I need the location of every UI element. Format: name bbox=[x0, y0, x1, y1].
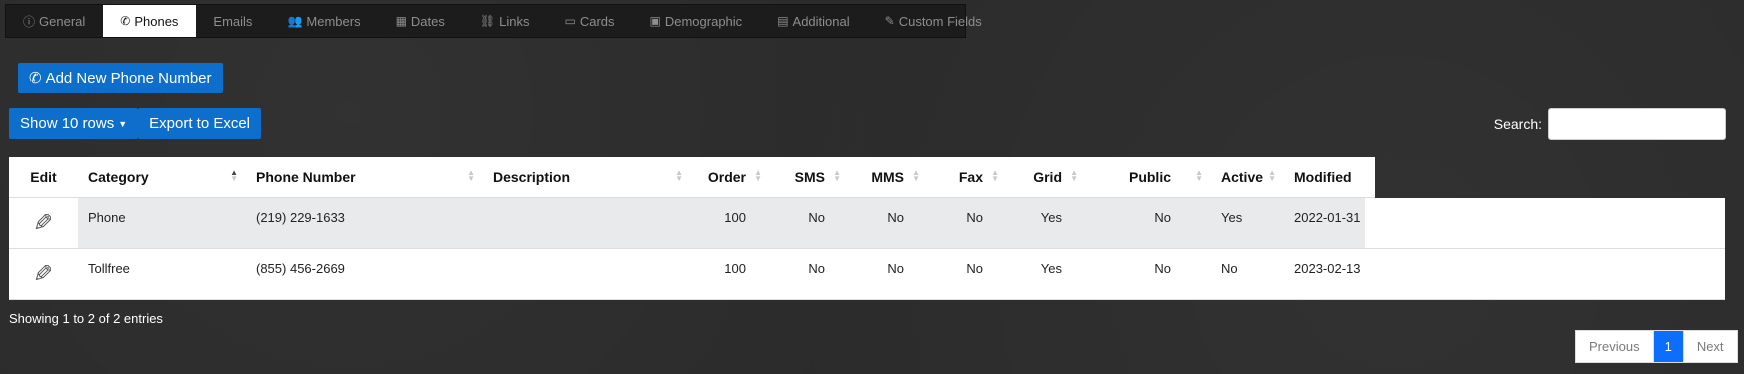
tab-bar: ⓘ General ✆ Phones Emails 👥 Members ▦ Dates … bbox=[5, 4, 982, 38]
edit-icon: ✎ bbox=[884, 14, 895, 28]
cell-category: Tollfree bbox=[88, 261, 130, 276]
tab-cards[interactable]: ▭ Cards bbox=[547, 5, 632, 37]
edit-row-button[interactable]: ✎ bbox=[9, 249, 78, 299]
cell-category: Phone bbox=[88, 210, 126, 225]
cell-mms: No bbox=[887, 210, 904, 225]
table-row: ✎ Tollfree (855) 456-2669 100 No No No Y… bbox=[9, 249, 1725, 300]
cell-order: 100 bbox=[724, 261, 746, 276]
tab-demographic[interactable]: ▣ Demographic bbox=[633, 5, 761, 37]
sort-icon: ▲ ▼ bbox=[1268, 168, 1276, 183]
tab-members[interactable]: 👥 Members bbox=[270, 5, 378, 37]
search-label: Search: bbox=[1493, 116, 1542, 132]
column-header-modified[interactable]: Modified bbox=[1284, 157, 1365, 197]
tab-general[interactable]: ⓘ General bbox=[6, 5, 103, 37]
next-page-button[interactable]: Next bbox=[1684, 331, 1737, 362]
cell-phone-number: (855) 456-2669 bbox=[256, 261, 345, 276]
sort-icon: ▲ ▼ bbox=[833, 168, 841, 183]
column-header-category[interactable]: Category ▲ ▼ bbox=[78, 157, 246, 197]
link-icon: ⛓ bbox=[479, 14, 496, 28]
column-header-sms[interactable]: SMS ▲ ▼ bbox=[770, 157, 849, 197]
cell-description bbox=[483, 249, 691, 299]
cell-mms: No bbox=[887, 261, 904, 276]
tab-emails[interactable]: Emails bbox=[196, 5, 270, 37]
id-card-icon: ▣ bbox=[649, 14, 661, 28]
pagination: Previous 1 Next bbox=[1575, 330, 1738, 363]
table-toolbar: Show 10 rows ▼ Export to Excel bbox=[9, 108, 262, 139]
column-header-description[interactable]: Description ▲ ▼ bbox=[483, 157, 691, 197]
tab-custom-fields[interactable]: ✎ Custom Fields bbox=[868, 5, 1000, 37]
sort-icon: ▲ ▼ bbox=[754, 168, 762, 183]
cell-modified: 2022-01-31 bbox=[1294, 210, 1361, 225]
cell-fax: No bbox=[966, 210, 983, 225]
cell-grid: Yes bbox=[1040, 261, 1062, 276]
cell-description bbox=[483, 198, 691, 248]
info-icon: ⓘ bbox=[23, 14, 36, 29]
search-input[interactable] bbox=[1548, 108, 1726, 140]
column-header-active[interactable]: Active ▲ ▼ bbox=[1211, 157, 1284, 197]
sort-icon: ▲ ▼ bbox=[1195, 168, 1203, 183]
pencil-icon: ✎ bbox=[33, 209, 54, 237]
note-icon: ▤ bbox=[777, 14, 789, 28]
cell-modified: 2023-02-13 bbox=[1294, 261, 1361, 276]
row-band: Phone (219) 229-1633 100 No No No Yes No… bbox=[78, 198, 1365, 248]
sort-icon: ▲ ▼ bbox=[912, 168, 920, 183]
sort-icon: ▲ ▼ bbox=[467, 168, 475, 183]
previous-page-button[interactable]: Previous bbox=[1576, 331, 1654, 362]
add-phone-button[interactable]: ✆ Add New Phone Number bbox=[18, 63, 223, 93]
column-header-grid[interactable]: Grid ▲ ▼ bbox=[1007, 157, 1086, 197]
sort-icon: ▲ ▼ bbox=[1070, 168, 1078, 183]
phone-icon: ✆ bbox=[120, 14, 131, 28]
cell-fax: No bbox=[966, 261, 983, 276]
sort-icon: ▲ ▼ bbox=[991, 168, 999, 183]
export-excel-button[interactable]: Export to Excel bbox=[138, 108, 262, 139]
column-header-public[interactable]: Public ▲ ▼ bbox=[1086, 157, 1211, 197]
search-box: Search: bbox=[1494, 108, 1726, 140]
cell-sms: No bbox=[808, 261, 825, 276]
cell-active: No bbox=[1221, 261, 1238, 276]
tab-dates[interactable]: ▦ Dates bbox=[379, 5, 463, 37]
caret-down-icon: ▼ bbox=[118, 118, 128, 129]
calendar-icon: ▦ bbox=[395, 14, 407, 28]
row-band: Tollfree (855) 456-2669 100 No No No Yes… bbox=[78, 249, 1365, 299]
cell-public: No bbox=[1154, 261, 1171, 276]
edit-row-button[interactable]: ✎ bbox=[9, 198, 78, 248]
table-header: Edit Category ▲ ▼ Phone Number ▲ ▼ Descripti… bbox=[9, 157, 1375, 198]
phone-icon: ✆ bbox=[29, 70, 42, 87]
table-info: Showing 1 to 2 of 2 entries bbox=[9, 311, 163, 326]
show-rows-dropdown[interactable]: Show 10 rows ▼ bbox=[9, 108, 139, 139]
tab-links[interactable]: ⛓ Links bbox=[463, 5, 548, 37]
cell-order: 100 bbox=[724, 210, 746, 225]
card-icon: ▭ bbox=[564, 14, 576, 28]
column-header-order[interactable]: Order ▲ ▼ bbox=[691, 157, 770, 197]
cell-phone-number: (219) 229-1633 bbox=[256, 210, 345, 225]
cell-grid: Yes bbox=[1040, 210, 1062, 225]
tab-additional[interactable]: ▤ Additional bbox=[760, 5, 867, 37]
table-row: ✎ Phone (219) 229-1633 100 No No No Yes … bbox=[9, 198, 1725, 249]
column-header-mms[interactable]: MMS ▲ ▼ bbox=[849, 157, 928, 197]
sort-icon: ▲ ▼ bbox=[675, 168, 683, 183]
members-icon: 👥 bbox=[287, 14, 303, 28]
phones-table: Edit Category ▲ ▼ Phone Number ▲ ▼ Descripti… bbox=[9, 157, 1725, 300]
tab-phones[interactable]: ✆ Phones bbox=[103, 5, 197, 37]
cell-active: Yes bbox=[1221, 210, 1243, 225]
page-1-button[interactable]: 1 bbox=[1653, 331, 1684, 362]
column-header-phone-number[interactable]: Phone Number ▲ ▼ bbox=[246, 157, 483, 197]
pencil-icon: ✎ bbox=[33, 260, 54, 288]
cell-public: No bbox=[1154, 210, 1171, 225]
sort-asc-icon: ▲ ▼ bbox=[230, 168, 238, 183]
column-header-fax[interactable]: Fax ▲ ▼ bbox=[928, 157, 1007, 197]
cell-sms: No bbox=[808, 210, 825, 225]
column-header-edit: Edit bbox=[30, 169, 57, 185]
